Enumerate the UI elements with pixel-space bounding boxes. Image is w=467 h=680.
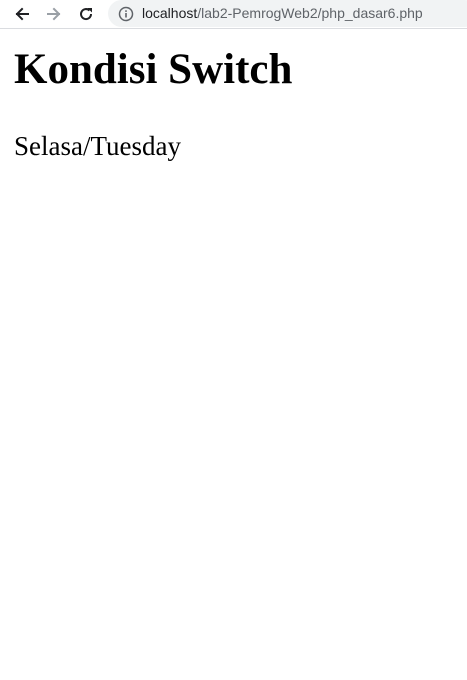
- back-button[interactable]: [10, 2, 34, 26]
- browser-toolbar: localhost/lab2-PemrogWeb2/php_dasar6.php: [0, 0, 467, 29]
- page-heading: Kondisi Switch: [14, 46, 293, 93]
- url-host: localhost: [142, 5, 198, 21]
- info-icon[interactable]: [118, 6, 134, 22]
- switch-output: Selasa/Tuesday: [14, 131, 181, 161]
- reload-button[interactable]: [74, 2, 98, 26]
- address-bar[interactable]: localhost/lab2-PemrogWeb2/php_dasar6.php: [108, 0, 467, 27]
- arrow-left-icon: [14, 6, 30, 22]
- url-text[interactable]: localhost/lab2-PemrogWeb2/php_dasar6.php: [142, 0, 423, 27]
- reload-icon: [78, 6, 94, 22]
- page-content: Kondisi Switch Selasa/Tuesday: [0, 45, 467, 162]
- arrow-right-icon: [46, 6, 62, 22]
- forward-button[interactable]: [42, 2, 66, 26]
- url-path: /lab2-PemrogWeb2/php_dasar6.php: [197, 5, 423, 21]
